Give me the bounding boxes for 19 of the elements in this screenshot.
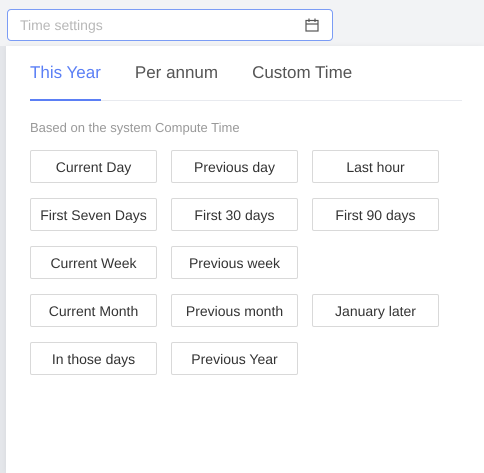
preset-button[interactable]: First Seven Days [30, 198, 157, 231]
preset-button[interactable]: Last hour [312, 150, 439, 183]
preset-button[interactable]: Current Day [30, 150, 157, 183]
preset-button[interactable]: Current Week [30, 246, 157, 279]
preset-button[interactable]: First 30 days [171, 198, 298, 231]
preset-button[interactable]: In those days [30, 342, 157, 375]
hint-text: Based on the system Compute Time [30, 120, 241, 135]
tab[interactable]: Per annum [134, 46, 218, 101]
preset-button[interactable]: Current Month [30, 294, 157, 327]
calendar-icon [305, 18, 319, 32]
preset-button[interactable]: Previous month [171, 294, 298, 327]
preset-button[interactable]: Previous Year [171, 342, 298, 375]
preset-button[interactable]: First 90 days [312, 198, 439, 231]
date-field[interactable]: Time settings [7, 9, 333, 41]
preset-button[interactable]: Previous week [171, 246, 298, 279]
preset-button[interactable]: January later [312, 294, 439, 327]
tab[interactable]: Custom Time [252, 46, 352, 101]
preset-button[interactable]: Previous day [171, 150, 298, 183]
tab[interactable]: This Year [30, 46, 101, 101]
